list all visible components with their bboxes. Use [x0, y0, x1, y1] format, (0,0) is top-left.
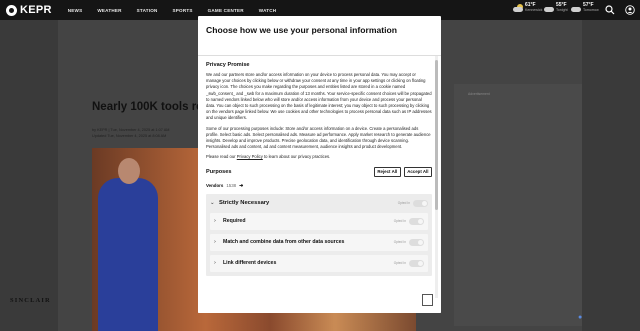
sinclair-logo: SINCLAIR [10, 297, 51, 304]
vendors-link[interactable]: Vendors 1538 ➜ [206, 183, 432, 189]
para-text: Please read our [206, 154, 237, 160]
opted-in-label: Opted In [393, 240, 406, 245]
weather-tomorrow[interactable]: 57°F Tomorrow [570, 3, 599, 12]
purpose-item-required[interactable]: › Required Opted In [210, 212, 428, 230]
privacy-policy-link[interactable]: Privacy Policy [237, 154, 263, 159]
ad-label: Advertisement [468, 92, 490, 96]
purpose-title: Match and combine data from other data s… [223, 239, 345, 246]
sidebar-ad: Advertisement [454, 84, 582, 326]
weather-label: Tomorrow [583, 8, 599, 12]
chevron-right-icon: › [214, 260, 216, 267]
purpose-toggle[interactable] [409, 238, 424, 246]
scroll-thumb[interactable] [435, 60, 438, 210]
privacy-floating-icon[interactable]: ● [578, 314, 582, 321]
purposes-row: Purposes Reject All Accept All [206, 166, 432, 177]
nav-game-center[interactable]: GAME CENTER [208, 8, 244, 13]
strictly-necessary-title: Strictly Necessary [219, 200, 270, 207]
purpose-title: Required [223, 218, 246, 225]
partly-cloudy-icon [512, 3, 524, 12]
strictly-necessary-section: ⌄ Strictly Necessary Opted In › Required… [206, 193, 432, 276]
opted-in-label: Opted In [397, 201, 410, 206]
chevron-right-icon: › [214, 218, 216, 225]
nav-news[interactable]: NEWS [68, 8, 83, 13]
consent-title: Choose how we use your personal informat… [206, 25, 397, 35]
opted-in-label: Opted In [393, 261, 406, 266]
opted-in-label: Opted In [393, 219, 406, 224]
purpose-title: Link different devices [223, 260, 277, 267]
arrow-right-icon: ➜ [239, 182, 244, 189]
weather-label: Tonight [556, 8, 568, 12]
photo-person [98, 178, 158, 331]
cloudy-icon [570, 4, 582, 12]
weather-label: Kennewick [525, 8, 543, 12]
logo-text: KEPR [20, 4, 52, 16]
weather-tonight[interactable]: 55°F Tonight [543, 3, 568, 12]
consent-modal: Choose how we use your personal informat… [198, 16, 441, 313]
reject-all-button[interactable]: Reject All [373, 166, 401, 177]
privacy-promise-heading: Privacy Promise [206, 62, 250, 68]
nav-watch[interactable]: WATCH [259, 8, 277, 13]
strictly-necessary-toggle[interactable] [413, 199, 428, 207]
vendors-label: Vendors [206, 183, 224, 189]
chevron-right-icon: › [214, 239, 216, 246]
accept-all-button[interactable]: Accept All [403, 166, 432, 177]
purpose-item-link-devices[interactable]: › Link different devices Opted In [210, 254, 428, 272]
consent-paragraph: We and our partners store and/or access … [206, 72, 432, 121]
user-account-icon[interactable] [625, 5, 635, 15]
cbs-eye-logo [6, 4, 17, 16]
para-text: to learn about our privacy practices. [262, 154, 331, 160]
privacy-policy-paragraph: Please read our Privacy Policy to learn … [206, 154, 432, 160]
purpose-toggle[interactable] [409, 259, 424, 267]
chevron-down-icon: ⌄ [210, 200, 215, 207]
station-logo[interactable]: KEPR [6, 4, 52, 16]
article-byline: by KEPR | Tue, November 4, 2025 at 1:07 … [92, 127, 169, 139]
photo-person-head [118, 158, 140, 184]
nav-sports[interactable]: SPORTS [173, 8, 193, 13]
cloudy-icon [543, 4, 555, 12]
vendors-count: 1538 [226, 183, 237, 189]
purpose-item-match-data[interactable]: › Match and combine data from other data… [210, 233, 428, 251]
footer-checkbox[interactable] [422, 294, 433, 306]
strictly-necessary-header[interactable]: ⌄ Strictly Necessary Opted In [210, 198, 428, 209]
nav-weather[interactable]: WEATHER [97, 8, 121, 13]
search-icon[interactable] [605, 5, 615, 15]
nav-station[interactable]: STATION [137, 8, 158, 13]
consent-body: Privacy Promise We and our partners stor… [206, 62, 432, 300]
article-headline: Nearly 100K tools reca [92, 101, 216, 113]
consent-paragraph: Some of our processing purposes include:… [206, 125, 431, 150]
weather-current[interactable]: 61°F Kennewick [512, 3, 542, 12]
purposes-heading: Purposes [206, 168, 232, 175]
consent-scrollbar[interactable] [435, 56, 438, 298]
purpose-toggle[interactable] [409, 217, 424, 225]
consent-footer [198, 301, 441, 313]
divider [198, 55, 441, 56]
main-nav: NEWS WEATHER STATION SPORTS GAME CENTER … [68, 8, 292, 13]
byline-updated: Updated Tue, November 4, 2025 at 8:08 AM [92, 134, 167, 138]
